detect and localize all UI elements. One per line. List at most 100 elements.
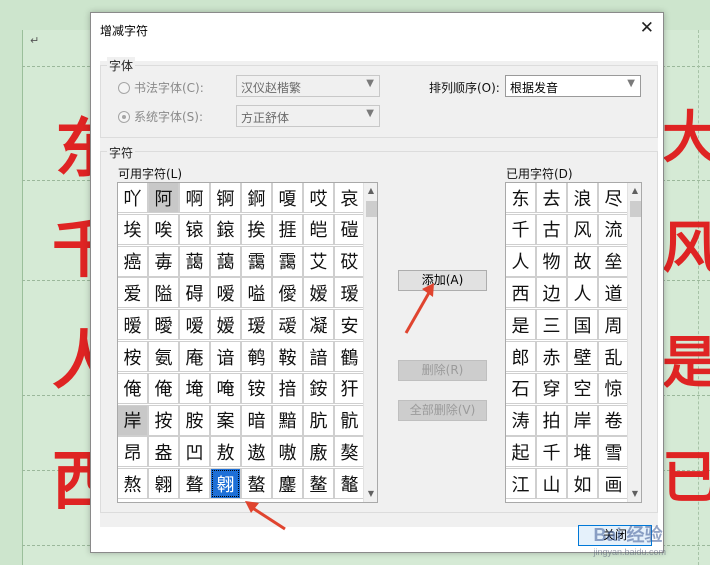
- available-char-cell[interactable]: 獒: [334, 436, 365, 468]
- available-char-cell[interactable]: 鼇: [334, 468, 365, 500]
- system-font-radio[interactable]: 系统字体(S):: [118, 108, 203, 125]
- available-char-cell[interactable]: 靄: [272, 245, 303, 277]
- available-char-cell[interactable]: 艾: [303, 245, 334, 277]
- scroll-down-icon[interactable]: ▼: [628, 486, 641, 502]
- available-char-cell[interactable]: 安: [334, 309, 365, 341]
- available-char-cell[interactable]: 挨: [241, 213, 272, 245]
- available-char-cell[interactable]: 嗳: [210, 277, 241, 309]
- available-char-cell[interactable]: 嫒: [210, 309, 241, 341]
- used-char-cell[interactable]: 拍: [536, 404, 567, 436]
- available-char-cell[interactable]: 唉: [148, 213, 179, 245]
- available-char-cell[interactable]: 敖: [210, 436, 241, 468]
- system-font-select[interactable]: 方正舒体 ▼: [236, 105, 380, 127]
- available-char-cell[interactable]: 骯: [334, 404, 365, 436]
- used-char-cell[interactable]: 石: [506, 372, 536, 404]
- available-char-cell[interactable]: 磑: [334, 213, 365, 245]
- available-char-cell[interactable]: 俺: [148, 372, 179, 404]
- used-char-cell[interactable]: 岸: [567, 404, 598, 436]
- used-characters-grid[interactable]: 东去浪尽千古风流人物故垒西边人道是三国周郎赤壁乱石穿空惊涛拍岸卷起千堆雪江山如画…: [505, 182, 642, 503]
- available-char-cell[interactable]: 瑷: [334, 277, 365, 309]
- available-char-cell[interactable]: 锿: [179, 213, 210, 245]
- available-char-cell[interactable]: 鳌: [303, 468, 334, 500]
- available-char-cell[interactable]: 聱: [179, 468, 210, 500]
- available-char-cell[interactable]: 俺: [118, 372, 148, 404]
- available-char-cell[interactable]: 盎: [148, 436, 179, 468]
- used-char-cell[interactable]: 如: [567, 468, 598, 500]
- delete-all-button[interactable]: 全部删除(V): [398, 400, 487, 421]
- available-char-cell[interactable]: 鏖: [272, 468, 303, 500]
- scroll-thumb[interactable]: [630, 201, 641, 217]
- available-char-cell[interactable]: 鞍: [272, 341, 303, 372]
- add-button[interactable]: 添加(A): [398, 270, 487, 291]
- scroll-down-icon[interactable]: ▼: [364, 486, 377, 502]
- available-char-cell[interactable]: 螯: [241, 468, 272, 500]
- used-char-cell[interactable]: 穿: [536, 372, 567, 404]
- used-char-cell[interactable]: 道: [598, 277, 629, 309]
- used-char-cell[interactable]: 垒: [598, 245, 629, 277]
- used-char-cell[interactable]: 国: [567, 309, 598, 341]
- available-char-cell[interactable]: 案: [210, 404, 241, 436]
- available-char-cell[interactable]: 癌: [118, 245, 148, 277]
- available-char-cell[interactable]: 铵: [241, 372, 272, 404]
- available-char-cell[interactable]: 毐: [148, 245, 179, 277]
- available-char-cell[interactable]: 僾: [272, 277, 303, 309]
- used-char-cell[interactable]: 东: [506, 183, 536, 213]
- available-char-cell[interactable]: 犴: [334, 372, 365, 404]
- used-char-cell[interactable]: 惊: [598, 372, 629, 404]
- used-char-cell[interactable]: 千: [536, 436, 567, 468]
- scroll-thumb[interactable]: [366, 201, 377, 217]
- available-char-cell[interactable]: 鹌: [241, 341, 272, 372]
- used-char-cell[interactable]: 雪: [598, 436, 629, 468]
- used-char-cell[interactable]: 风: [567, 213, 598, 245]
- available-char-cell[interactable]: 捱: [272, 213, 303, 245]
- available-char-cell[interactable]: 爱: [118, 277, 148, 309]
- available-char-cell[interactable]: 隘: [148, 277, 179, 309]
- available-char-cell[interactable]: 凝: [303, 309, 334, 341]
- available-char-cell[interactable]: 嗳: [179, 309, 210, 341]
- used-char-cell[interactable]: 浪: [567, 183, 598, 213]
- available-char-cell[interactable]: 暧: [118, 309, 148, 341]
- used-char-cell[interactable]: 尽: [598, 183, 629, 213]
- available-char-cell[interactable]: 藹: [210, 245, 241, 277]
- used-char-cell[interactable]: 故: [567, 245, 598, 277]
- available-characters-grid[interactable]: 吖阿啊锕錒嗄哎哀埃唉锿鎄挨捱皑磑癌毐藹藹靄靄艾砹爱隘碍嗳嗌僾嫒瑷暧曖嗳嫒瑷叆凝安…: [117, 182, 378, 503]
- close-icon[interactable]: ✕: [640, 19, 654, 37]
- available-char-cell[interactable]: 按: [148, 404, 179, 436]
- used-char-cell[interactable]: 边: [536, 277, 567, 309]
- available-char-cell[interactable]: 靄: [241, 245, 272, 277]
- used-char-cell[interactable]: 三: [536, 309, 567, 341]
- available-char-cell[interactable]: 庵: [179, 341, 210, 372]
- used-char-cell[interactable]: 赤: [536, 341, 567, 372]
- calligraphy-font-select[interactable]: 汉仪赵楷繁 ▼: [236, 75, 380, 97]
- used-char-cell[interactable]: 人: [567, 277, 598, 309]
- used-char-cell[interactable]: 江: [506, 468, 536, 500]
- available-char-cell[interactable]: 叆: [272, 309, 303, 341]
- available-char-cell[interactable]: 曖: [148, 309, 179, 341]
- used-char-cell[interactable]: 流: [598, 213, 629, 245]
- available-char-cell[interactable]: 桉: [118, 341, 148, 372]
- sort-order-select[interactable]: 根据发音 ▼: [505, 75, 641, 97]
- available-char-cell[interactable]: 碍: [179, 277, 210, 309]
- available-char-cell[interactable]: 砹: [334, 245, 365, 277]
- used-char-cell[interactable]: 西: [506, 277, 536, 309]
- available-char-cell[interactable]: 吖: [118, 183, 148, 213]
- available-char-cell[interactable]: 暗: [241, 404, 272, 436]
- used-char-cell[interactable]: 卷: [598, 404, 629, 436]
- available-scrollbar[interactable]: ▲ ▼: [363, 183, 377, 502]
- available-char-cell[interactable]: 皑: [303, 213, 334, 245]
- delete-button[interactable]: 删除(R): [398, 360, 487, 381]
- used-char-cell[interactable]: 千: [506, 213, 536, 245]
- available-char-cell[interactable]: 氨: [148, 341, 179, 372]
- used-char-cell[interactable]: 涛: [506, 404, 536, 436]
- available-char-cell[interactable]: 埯: [179, 372, 210, 404]
- available-char-cell[interactable]: 哀: [334, 183, 365, 213]
- available-char-cell[interactable]: 錒: [241, 183, 272, 213]
- available-char-cell[interactable]: 唵: [210, 372, 241, 404]
- available-char-cell[interactable]: 熬: [118, 468, 148, 500]
- available-char-cell[interactable]: 藹: [179, 245, 210, 277]
- available-char-cell[interactable]: 嗄: [272, 183, 303, 213]
- used-char-cell[interactable]: 乱: [598, 341, 629, 372]
- scroll-up-icon[interactable]: ▲: [628, 183, 641, 199]
- available-char-cell[interactable]: 嗷: [272, 436, 303, 468]
- available-char-cell[interactable]: 埃: [118, 213, 148, 245]
